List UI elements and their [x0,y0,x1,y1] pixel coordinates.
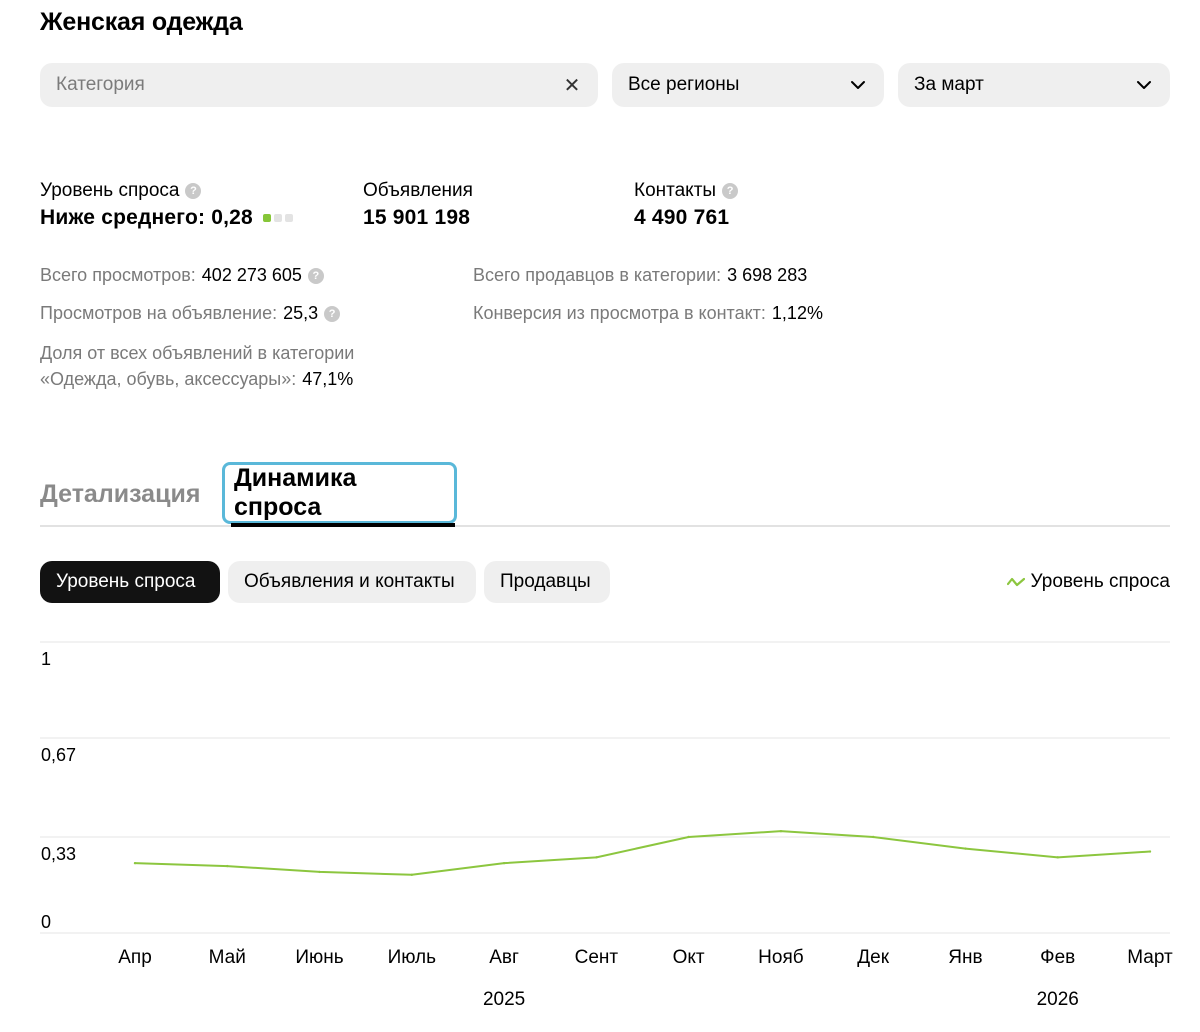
tab-demand-dynamics[interactable]: Динамика спроса [222,462,457,524]
data-point [687,835,690,839]
ads-label-text: Объявления [363,180,473,201]
x-tick-label: Апр [118,947,152,968]
x-tick-label: Янв [948,947,982,968]
x-tick-label: Авг [489,947,519,968]
x-tick-label: Июль [388,947,437,968]
year-label: 2026 [1037,989,1079,1010]
contacts-label-text: Контакты [634,180,717,201]
data-point [1148,850,1152,853]
period-select[interactable]: За март [898,63,1170,107]
legend-label: Уровень спроса [1030,571,1170,592]
year-label: 2025 [483,989,525,1010]
period-select-value: За март [914,74,984,95]
help-icon[interactable]: ? [307,267,324,284]
data-point [502,861,506,865]
total-views: Всего просмотров: 402 273 605 ? [40,265,324,286]
y-tick-label: 0,33 [41,844,76,864]
x-tick-label: Окт [673,947,705,968]
data-point [1056,856,1059,859]
demand-level-label-text: Уровень спроса [40,180,180,201]
category-share-label-line2: «Одежда, обувь, аксессуары»: [40,369,297,389]
data-point [133,861,137,865]
data-point [595,856,598,859]
help-icon[interactable]: ? [324,305,341,322]
ads-value: 15 901 198 [363,206,471,229]
x-tick-label: Сент [575,947,619,968]
total-sellers: Всего продавцов в категории: 3 698 283 [473,265,807,286]
region-select[interactable]: Все регионы [612,63,884,107]
x-tick-label: Июнь [295,947,343,968]
category-share: Доля от всех объявлений в категории «Оде… [40,340,354,392]
breadcrumb-cut-off [40,0,600,4]
data-point [779,829,783,833]
chevron-down-icon [1137,81,1151,89]
x-tick-label: Март [1127,947,1173,968]
legend-line-icon [1006,577,1025,587]
total-sellers-label: Всего продавцов в категории: [473,265,722,285]
demand-level-value: Ниже среднего: 0,28 [40,206,293,230]
data-point [410,873,414,876]
demand-level-value-text: Ниже среднего: 0,28 [40,206,253,229]
category-placeholder: Категория [56,74,145,95]
data-point [871,835,875,839]
y-tick-label: 0 [41,912,51,932]
data-point [226,864,229,868]
views-per-ad-label: Просмотров на объявление: [40,303,278,323]
total-views-label: Всего просмотров: [40,265,196,285]
help-icon[interactable]: ? [185,183,202,199]
contacts-value: 4 490 761 [634,206,730,229]
x-tick-label: Фев [1040,947,1075,968]
chart-legend: Уровень спроса [1006,571,1170,593]
demand-level-label: Уровень спроса ? [40,180,202,202]
data-point [964,847,967,850]
x-tick-label: Дек [857,947,889,968]
demand-level-dot [284,214,293,222]
close-icon[interactable]: ✕ [562,73,582,98]
conversion-rate-label: Конверсия из просмотра в контакт: [473,303,766,323]
conversion-rate-value: 1,12% [771,303,823,323]
views-per-ad-value: 25,3 [283,303,319,323]
contacts-label: Контакты ? [634,180,739,202]
x-tick-label: Нояб [758,947,804,968]
chevron-down-icon [851,81,865,89]
page: Женская одежда Категория ✕ Все регионы З… [0,0,1200,1032]
region-select-value: Все регионы [628,74,740,95]
category-share-label-line1: Доля от всех объявлений в категории [40,343,355,363]
help-icon[interactable]: ? [722,183,739,199]
conversion-rate: Конверсия из просмотра в контакт: 1,12% [473,303,823,324]
chip-sellers[interactable]: Продавцы [484,561,610,603]
demand-level-dot [262,214,271,222]
views-per-ad: Просмотров на объявление: 25,3 ? [40,303,341,324]
series-line-demand-level [134,830,1151,876]
total-views-value: 402 273 605 [201,265,302,285]
category-input[interactable]: Категория ✕ [40,63,598,107]
x-tick-label: Май [209,947,246,968]
chip-demand-level[interactable]: Уровень спроса [40,561,220,603]
total-sellers-value: 3 698 283 [727,265,808,285]
demand-level-indicator [262,214,293,222]
category-share-value: 47,1% [302,369,354,389]
data-point [318,870,321,874]
tab-details[interactable]: Детализация [40,480,200,509]
page-title: Женская одежда [40,8,243,36]
demand-level-chart: 0 0,33 0,67 1 Апр Май Июнь Июль Авг Сент Окт Нояб Де… [40,641,1173,1010]
y-tick-label: 0,67 [41,745,76,765]
chip-ads-and-contacts[interactable]: Объявления и контакты [228,561,476,603]
tabs-divider [40,525,1170,527]
demand-level-dot [273,214,282,222]
y-tick-label: 1 [41,649,51,669]
ads-label: Объявления [363,180,473,202]
active-tab-underline [231,523,455,527]
